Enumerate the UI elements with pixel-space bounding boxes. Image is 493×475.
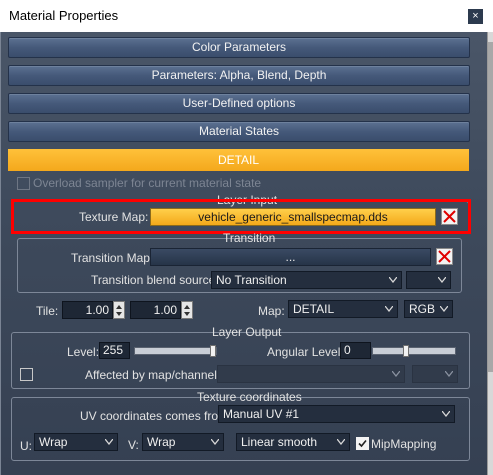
transition-title: Transition [223,231,276,245]
section-color-parameters[interactable]: Color Parameters [8,37,470,58]
map-label: Map: [258,304,285,318]
tile-u-input[interactable]: 1.00 [62,301,113,319]
level-slider-knob[interactable] [210,345,216,357]
affected-by-label: Affected by map/channel: [85,368,221,382]
map-value: DETAIL [293,302,335,316]
tile-u-spinner[interactable] [113,301,125,319]
chevron-down-icon [101,434,117,450]
angular-level-input[interactable]: 0 [340,342,371,359]
v-wrap-value: Wrap [147,435,176,449]
chevron-down-icon [388,366,404,382]
map-select[interactable]: DETAIL [288,300,398,318]
texture-coordinates-title: Texture coordinates [197,390,302,404]
angular-level-slider-knob[interactable] [402,345,409,357]
transition-channel-select[interactable] [406,271,451,289]
tile-label: Tile: [36,304,59,318]
v-wrap-label: V: [128,438,139,452]
tile-v-input[interactable]: 1.00 [130,301,181,319]
check-icon [358,439,367,448]
chevron-down-icon [385,272,401,288]
u-wrap-select[interactable]: Wrap [34,433,118,451]
uv-source-label: UV coordinates comes from: [80,409,232,423]
angular-level-slider[interactable] [372,345,456,357]
angular-level-label: Angular Level: [267,345,344,359]
tile-v-spinner[interactable] [181,301,193,319]
level-slider[interactable] [134,345,217,357]
v-wrap-select[interactable]: Wrap [142,433,224,451]
map-channel-value: RGB [409,302,436,316]
level-input[interactable]: 255 [99,342,130,359]
affected-map-select[interactable] [217,365,405,383]
uv-source-select[interactable]: Manual UV #1 [218,405,455,423]
chevron-down-icon [333,434,349,450]
filter-value: Linear smooth [241,435,318,449]
scrollbar-thumb[interactable] [488,42,493,372]
close-button[interactable]: × [468,9,483,24]
affected-by-checkbox[interactable] [20,368,33,381]
texture-map-highlight [11,199,471,234]
chevron-down-icon [434,272,450,288]
section-detail[interactable]: DETAIL [8,149,469,171]
uv-source-value: Manual UV #1 [223,407,300,421]
chevron-down-icon [436,301,452,317]
transition-blend-value: No Transition [216,273,287,287]
transition-map-button[interactable]: ... [150,248,431,266]
scrollbar[interactable] [487,32,493,475]
transition-blend-label: Transition blend source: [91,273,219,287]
close-icon: × [472,10,479,22]
overload-sampler-label: Overload sampler for current material st… [33,176,262,190]
section-user-defined-options[interactable]: User-Defined options [8,93,470,114]
level-label: Level: [67,345,100,359]
window-title: Material Properties [9,8,119,23]
overload-sampler-checkbox[interactable] [17,177,30,190]
chevron-down-icon [381,301,397,317]
u-wrap-label: U: [20,439,32,453]
title-bar: Material Properties × [0,0,493,32]
section-material-states[interactable]: Material States [8,121,470,142]
transition-map-label: Transition Map: [71,251,154,265]
transition-map-clear-button[interactable] [436,248,453,265]
mipmapping-label: MipMapping [371,437,437,451]
layer-output-title: Layer Output [212,325,282,339]
chevron-down-icon [438,406,454,422]
map-channel-select[interactable]: RGB [404,300,453,318]
chevron-down-icon [207,434,223,450]
filter-select[interactable]: Linear smooth [236,433,350,451]
section-parameters-alpha-blend-depth[interactable]: Parameters: Alpha, Blend, Depth [8,65,470,86]
chevron-down-icon [441,366,457,382]
u-wrap-value: Wrap [39,435,68,449]
mipmapping-checkbox[interactable] [356,437,369,450]
clear-x-icon [438,250,451,263]
affected-channel-select[interactable] [412,365,458,383]
transition-blend-select[interactable]: No Transition [211,271,402,289]
